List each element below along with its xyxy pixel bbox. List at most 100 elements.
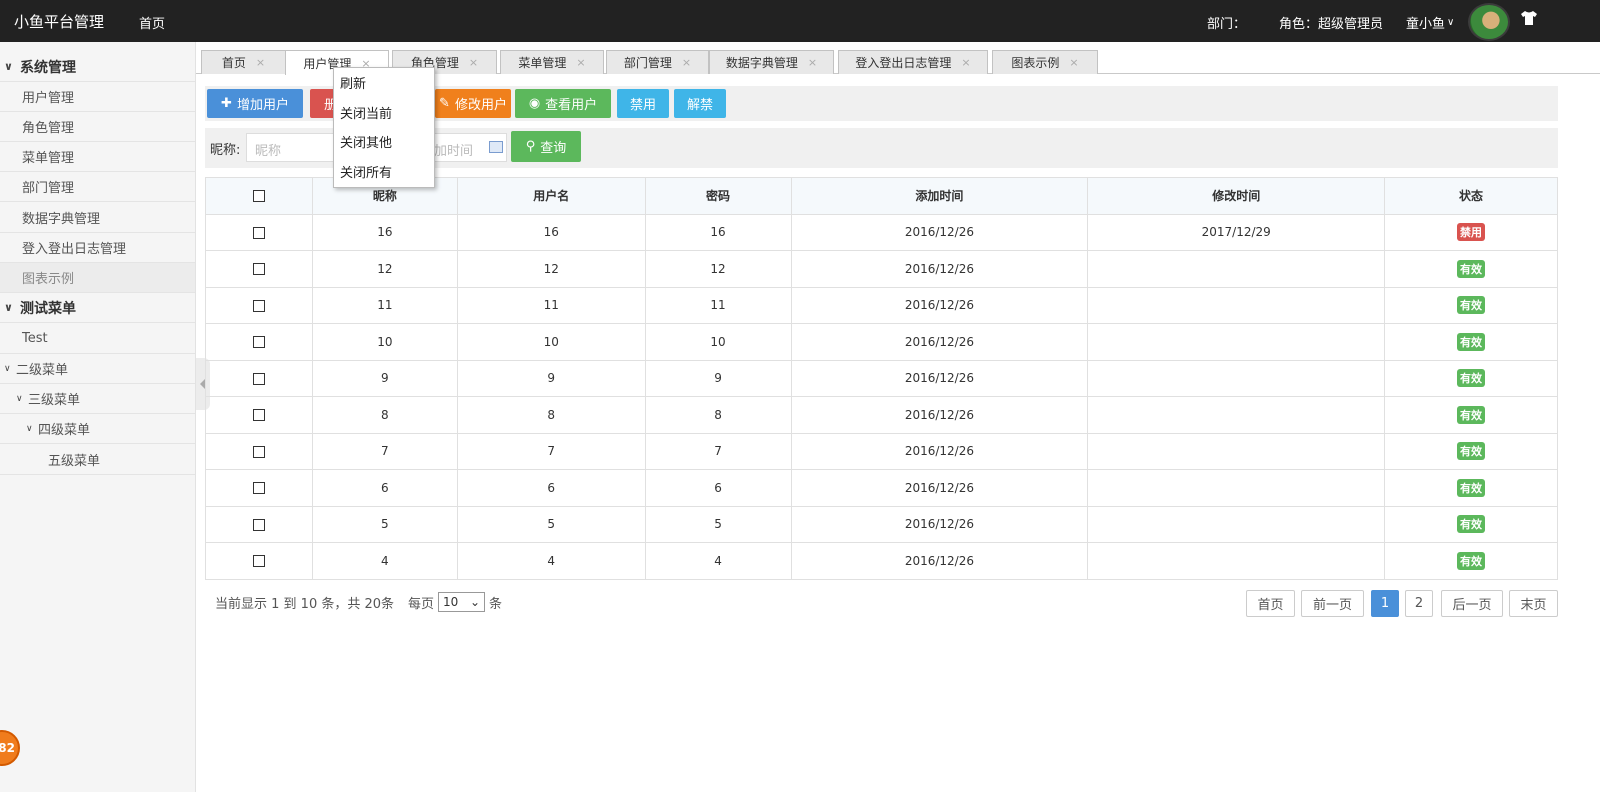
row-checkbox[interactable] bbox=[252, 555, 265, 568]
tab-chart-examples[interactable]: 图表示例 × bbox=[992, 50, 1098, 74]
close-icon[interactable]: × bbox=[256, 56, 265, 69]
sidebar-group-system[interactable]: ∨ 系统管理 bbox=[0, 52, 195, 82]
table-row[interactable]: 9 9 9 2016/12/26 有效 bbox=[205, 359, 1558, 397]
row-checkbox[interactable] bbox=[252, 336, 265, 349]
sidebar-group-test[interactable]: ∨ 测试菜单 bbox=[0, 293, 195, 323]
view-user-button[interactable]: ◉ 查看用户 bbox=[515, 89, 611, 118]
pager-first-button[interactable]: 首页 bbox=[1246, 590, 1295, 617]
sidebar-item-departments[interactable]: 部门管理 bbox=[0, 172, 195, 202]
row-checkbox[interactable] bbox=[252, 226, 265, 239]
query-button[interactable]: ⚲ 查询 bbox=[511, 131, 581, 162]
search-icon: ⚲ bbox=[525, 139, 536, 154]
status-badge: 有效 bbox=[1457, 332, 1486, 351]
menu-item-close-others[interactable]: 关闭其他 bbox=[334, 127, 434, 157]
pager-page-2-button[interactable]: 2 bbox=[1405, 590, 1433, 617]
column-header-status[interactable]: 状态 bbox=[1384, 177, 1558, 215]
close-icon[interactable]: × bbox=[961, 56, 970, 69]
row-checkbox[interactable] bbox=[252, 372, 265, 385]
menu-item-close-current[interactable]: 关闭当前 bbox=[334, 98, 434, 128]
sidebar-item-level5[interactable]: 五级菜单 bbox=[0, 445, 195, 475]
column-header-add-time[interactable]: 添加时间 bbox=[790, 177, 1089, 215]
cell-modify-time bbox=[1087, 396, 1386, 434]
table-row[interactable]: 12 12 12 2016/12/26 有效 bbox=[205, 250, 1558, 288]
menu-item-refresh[interactable]: 刷新 bbox=[334, 68, 434, 98]
cell-password: 4 bbox=[644, 542, 792, 580]
menu-item-close-all[interactable]: 关闭所有 bbox=[334, 157, 434, 187]
enable-button[interactable]: 解禁 bbox=[674, 89, 726, 118]
calendar-icon[interactable] bbox=[489, 141, 503, 153]
status-badge: 禁用 bbox=[1457, 223, 1486, 242]
close-icon[interactable]: × bbox=[682, 56, 691, 69]
brand-title[interactable]: 小鱼平台管理 bbox=[14, 11, 104, 32]
theme-shirt-icon[interactable] bbox=[1520, 10, 1538, 30]
cell-status: 有效 bbox=[1384, 286, 1558, 324]
pager-page-1-button[interactable]: 1 bbox=[1371, 590, 1399, 617]
sidebar-item-test[interactable]: Test bbox=[0, 324, 195, 354]
row-checkbox[interactable] bbox=[252, 409, 265, 422]
tab-menu-management[interactable]: 菜单管理 × bbox=[500, 50, 604, 74]
tab-label: 首页 bbox=[221, 56, 246, 70]
cell-nickname: 12 bbox=[311, 250, 458, 288]
nickname-input[interactable]: 昵称 bbox=[246, 133, 336, 162]
tab-dictionary-management[interactable]: 数据字典管理 × bbox=[709, 50, 834, 74]
select-all-checkbox[interactable] bbox=[252, 190, 265, 203]
sidebar-item-level3[interactable]: ∨ 三级菜单 bbox=[0, 384, 195, 414]
status-badge: 有效 bbox=[1457, 405, 1486, 424]
close-icon[interactable]: × bbox=[469, 56, 478, 69]
sidebar-item-label: 菜单管理 bbox=[22, 151, 75, 166]
table-row[interactable]: 8 8 8 2016/12/26 有效 bbox=[205, 396, 1558, 434]
sidebar-item-dictionary[interactable]: 数据字典管理 bbox=[0, 203, 195, 233]
cell-add-time: 2016/12/26 bbox=[790, 505, 1089, 543]
table-row[interactable]: 7 7 7 2016/12/26 有效 bbox=[205, 432, 1558, 470]
pager-last-button[interactable]: 末页 bbox=[1509, 590, 1558, 617]
row-select-cell bbox=[205, 469, 313, 507]
table-row[interactable]: 5 5 5 2016/12/26 有效 bbox=[205, 505, 1558, 543]
tab-department-management[interactable]: 部门管理 × bbox=[606, 50, 709, 74]
table-row[interactable]: 11 11 11 2016/12/26 有效 bbox=[205, 286, 1558, 324]
sidebar-item-users[interactable]: 用户管理 bbox=[0, 82, 195, 112]
cell-status: 禁用 bbox=[1384, 213, 1558, 251]
table-row[interactable]: 16 16 16 2016/12/26 2017/12/29 禁用 bbox=[205, 213, 1558, 251]
avatar[interactable] bbox=[1468, 3, 1510, 41]
status-badge: 有效 bbox=[1457, 478, 1486, 497]
column-header-username[interactable]: 用户名 bbox=[456, 177, 646, 215]
row-select-cell bbox=[205, 213, 313, 251]
cell-username: 4 bbox=[456, 542, 646, 580]
table-row[interactable]: 10 10 10 2016/12/26 有效 bbox=[205, 323, 1558, 361]
tab-login-log-management[interactable]: 登入登出日志管理 × bbox=[838, 50, 988, 74]
cell-add-time: 2016/12/26 bbox=[790, 213, 1089, 251]
cell-password: 11 bbox=[644, 286, 792, 324]
close-icon[interactable]: × bbox=[576, 56, 585, 69]
tab-home[interactable]: 首页 × bbox=[201, 50, 286, 74]
column-header-password[interactable]: 密码 bbox=[644, 177, 792, 215]
nav-home-link[interactable]: 首页 bbox=[139, 13, 165, 32]
edit-user-button[interactable]: ✎ 修改用户 bbox=[435, 89, 511, 118]
sidebar-item-charts[interactable]: 图表示例 bbox=[0, 263, 195, 293]
row-checkbox[interactable] bbox=[252, 445, 265, 458]
row-checkbox[interactable] bbox=[252, 299, 265, 312]
pager-next-button[interactable]: 后一页 bbox=[1441, 590, 1503, 617]
disable-button[interactable]: 禁用 bbox=[617, 89, 669, 118]
table-row[interactable]: 4 4 4 2016/12/26 有效 bbox=[205, 542, 1558, 580]
cell-modify-time bbox=[1087, 286, 1386, 324]
sidebar-item-login-logs[interactable]: 登入登出日志管理 bbox=[0, 233, 195, 263]
row-select-cell bbox=[205, 250, 313, 288]
cell-modify-time bbox=[1087, 359, 1386, 397]
user-menu[interactable]: 童小鱼 ∨ bbox=[1406, 13, 1454, 32]
row-checkbox[interactable] bbox=[252, 482, 265, 495]
close-icon[interactable]: × bbox=[1069, 56, 1078, 69]
add-user-button[interactable]: ✚ 增加用户 bbox=[207, 89, 303, 118]
sidebar-item-roles[interactable]: 角色管理 bbox=[0, 112, 195, 142]
close-icon[interactable]: × bbox=[808, 56, 817, 69]
row-checkbox[interactable] bbox=[252, 263, 265, 276]
sidebar-item-menus[interactable]: 菜单管理 bbox=[0, 142, 195, 172]
table-row[interactable]: 6 6 6 2016/12/26 有效 bbox=[205, 469, 1558, 507]
sidebar-item-level2[interactable]: ∨ 二级菜单 bbox=[0, 354, 195, 384]
column-header-modify-time[interactable]: 修改时间 bbox=[1087, 177, 1386, 215]
per-page-select[interactable]: 10 ⌄ bbox=[438, 592, 486, 612]
sidebar-item-level4[interactable]: ∨ 四级菜单 bbox=[0, 414, 195, 444]
cell-nickname: 10 bbox=[311, 323, 458, 361]
row-checkbox[interactable] bbox=[252, 518, 265, 531]
cell-status: 有效 bbox=[1384, 432, 1558, 470]
pager-prev-button[interactable]: 前一页 bbox=[1301, 590, 1364, 617]
